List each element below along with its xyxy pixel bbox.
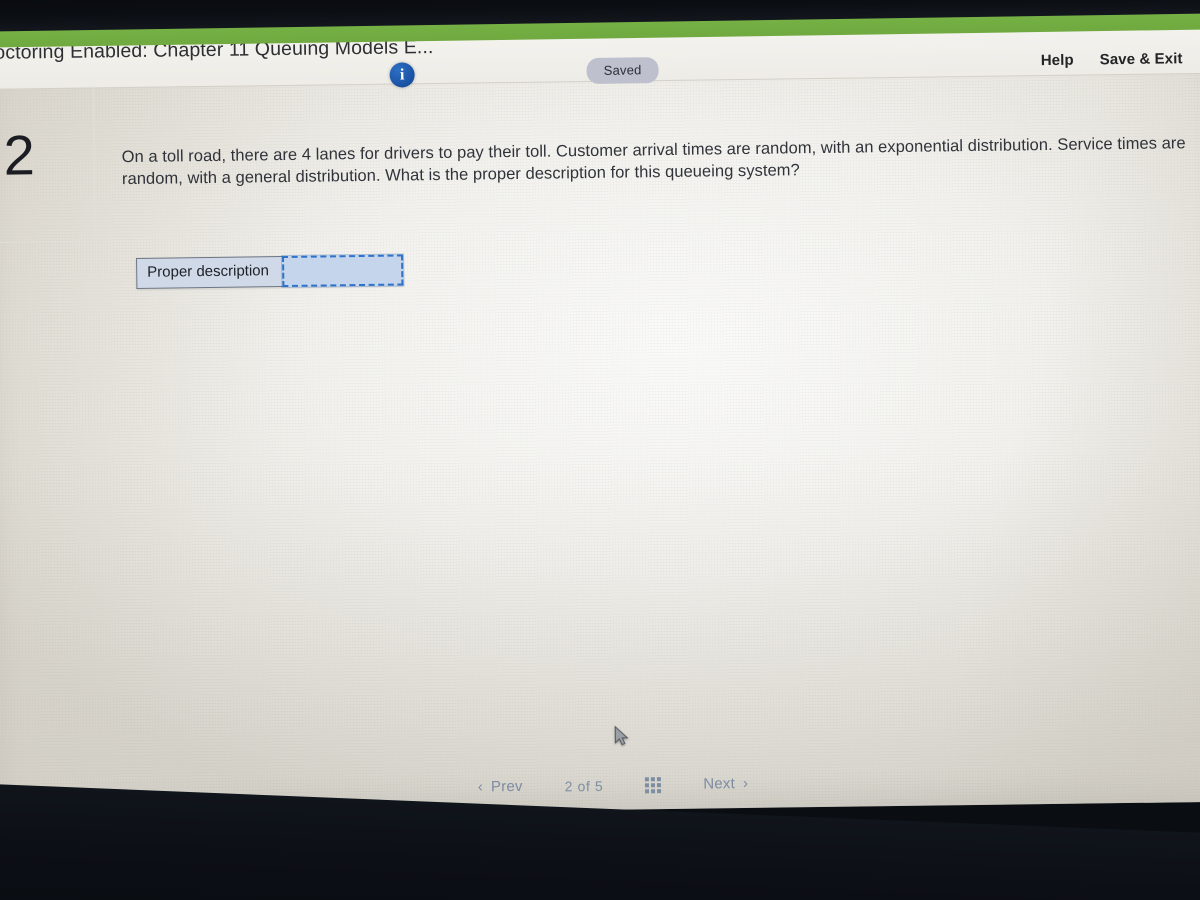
grid-cell — [651, 776, 656, 781]
grid-icon[interactable] — [645, 776, 662, 793]
question-text: On a toll road, there are 4 lanes for dr… — [121, 134, 1186, 189]
monitor-photo: octoring Enabled: Chapter 11 Queuing Mod… — [0, 0, 1200, 900]
mouse-cursor-icon — [614, 725, 629, 746]
answer-label: Proper description — [136, 256, 283, 290]
save-and-exit-button[interactable]: Save & Exit — [1100, 50, 1183, 68]
grid-cell — [657, 788, 662, 793]
header-actions: Help Save & Exit S — [1041, 50, 1200, 69]
page-counter: 2 of 5 — [564, 777, 604, 794]
info-icon[interactable]: i — [389, 62, 415, 88]
question-number: 2 — [3, 123, 36, 187]
answer-row: Proper description — [136, 253, 405, 290]
next-button[interactable]: Next › — [703, 775, 748, 793]
proper-description-input[interactable] — [280, 253, 405, 289]
next-label: Next — [703, 775, 736, 793]
question-number-column: 2 — [0, 88, 96, 243]
prev-label: Prev — [490, 777, 523, 796]
screen-content: octoring Enabled: Chapter 11 Queuing Mod… — [0, 11, 1200, 818]
grid-cell — [651, 782, 656, 787]
help-button[interactable]: Help — [1041, 52, 1074, 69]
chevron-right-icon: › — [742, 774, 749, 793]
prev-button[interactable]: ‹ Prev — [478, 778, 523, 796]
grid-cell — [651, 788, 656, 793]
grid-cell — [657, 782, 662, 787]
grid-cell — [657, 776, 662, 781]
grid-cell — [645, 776, 650, 781]
grid-cell — [645, 788, 650, 793]
grid-cell — [645, 782, 650, 787]
chevron-left-icon: ‹ — [477, 778, 484, 796]
saved-status-badge: Saved — [586, 57, 659, 85]
